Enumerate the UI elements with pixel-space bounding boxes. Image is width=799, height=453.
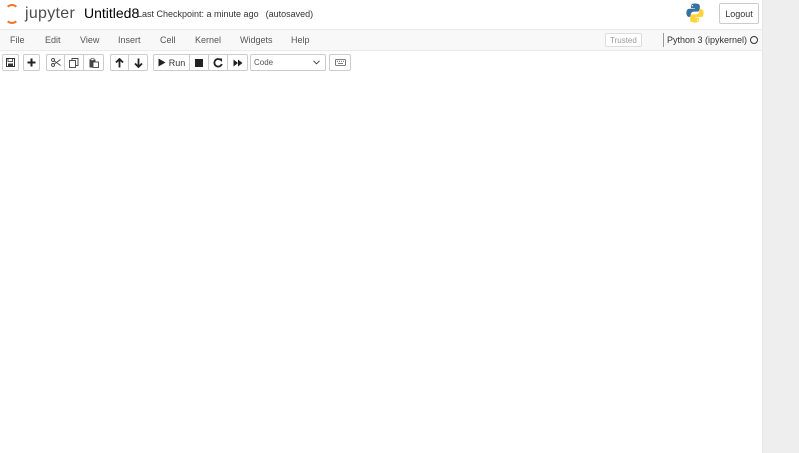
logout-button[interactable]: Logout (719, 3, 759, 24)
restart-run-all-button[interactable] (227, 54, 248, 71)
chevron-down-icon (313, 60, 320, 65)
kernel-idle-icon (750, 36, 758, 44)
save-icon (6, 58, 15, 67)
menu-insert[interactable]: Insert (118, 35, 141, 45)
paste-icon (89, 57, 99, 68)
move-down-button[interactable] (128, 54, 148, 71)
menu-cell[interactable]: Cell (160, 35, 176, 45)
interrupt-button[interactable] (189, 54, 209, 71)
run-button[interactable]: Run (153, 54, 190, 71)
insert-cell-button[interactable] (23, 54, 40, 71)
stop-icon (195, 58, 203, 67)
jupyter-logo-icon (4, 4, 20, 24)
arrow-down-icon (133, 58, 143, 68)
menu-file[interactable]: File (10, 35, 25, 45)
menu-edit[interactable]: Edit (45, 35, 61, 45)
menu-help[interactable]: Help (291, 35, 310, 45)
keyboard-icon (334, 59, 346, 66)
notebook-name[interactable]: Untitled8 (84, 5, 139, 21)
copy-button[interactable] (64, 54, 84, 71)
move-up-button[interactable] (110, 54, 129, 71)
arrow-up-icon (115, 57, 124, 67)
restart-button[interactable] (208, 54, 228, 71)
cell-type-value: Code (254, 58, 274, 67)
copy-icon (69, 57, 79, 68)
scissors-icon (50, 58, 61, 67)
notebook-page: jupyter Untitled8 Last Checkpoint: a min… (0, 0, 762, 453)
trusted-indicator[interactable]: Trusted (605, 33, 642, 47)
play-icon (158, 58, 166, 67)
menu-widgets[interactable]: Widgets (240, 35, 273, 45)
header: jupyter Untitled8 Last Checkpoint: a min… (0, 0, 762, 29)
python-icon (686, 3, 704, 23)
save-button[interactable] (2, 54, 19, 71)
menu-view[interactable]: View (80, 35, 99, 45)
jupyter-logo-text: jupyter (25, 5, 76, 22)
command-palette-button[interactable] (329, 54, 351, 71)
plus-icon (27, 58, 36, 67)
menu-kernel[interactable]: Kernel (195, 35, 221, 45)
menubar: File Edit View Insert Cell Kernel Widget… (0, 29, 762, 51)
kernel-separator (663, 33, 664, 47)
right-gutter (762, 0, 799, 453)
cell-type-select[interactable]: Code (250, 54, 326, 71)
autosave-status: (autosaved) (265, 9, 314, 19)
checkpoint-text: Last Checkpoint: a minute ago (137, 9, 259, 19)
jupyter-logo[interactable]: jupyter (4, 3, 75, 25)
paste-button[interactable] (83, 54, 104, 71)
fast-forward-icon (233, 59, 242, 66)
kernel-name[interactable]: Python 3 (ipykernel) (667, 35, 747, 45)
toolbar: Run Code (0, 52, 762, 74)
restart-icon (213, 57, 223, 67)
checkpoint-status: Last Checkpoint: a minute ago (autosaved) (137, 9, 313, 19)
cut-button[interactable] (46, 54, 65, 71)
run-label: Run (168, 57, 186, 68)
